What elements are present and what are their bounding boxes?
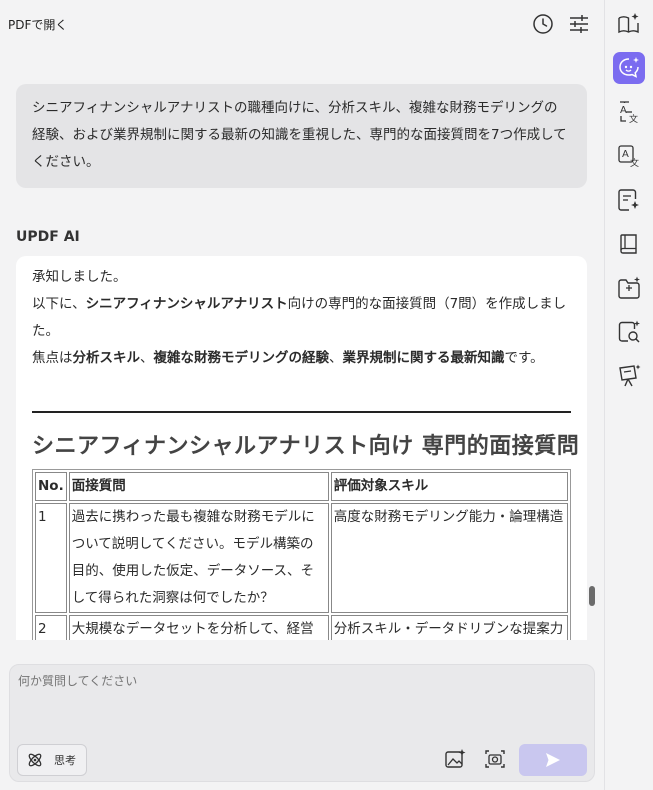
right-toolbar: A 文 A 文 xyxy=(604,0,653,790)
text-segment: 以下に、 xyxy=(32,296,86,312)
text-segment: 焦点は xyxy=(32,350,73,366)
atom-icon xyxy=(28,753,42,767)
header-no: No. xyxy=(35,472,67,501)
svg-text:文: 文 xyxy=(630,157,639,168)
think-toggle-button[interactable]: 思考 xyxy=(17,744,87,776)
image-sparkle-icon[interactable] xyxy=(444,748,466,770)
bold-segment: 分析スキル xyxy=(72,350,141,366)
cell-question: 大規模なデータセットを分析して、経営 xyxy=(68,615,329,640)
table-row: 1 過去に携わった最も複雑な財務モデルについて説明してください。モデル構築の目的… xyxy=(35,503,568,613)
table-header-row: No. 面接質問 評価対象スキル xyxy=(35,472,568,501)
presentation-icon[interactable] xyxy=(617,364,641,388)
cell-question: 過去に携わった最も複雑な財務モデルについて説明してください。モデル構築の目的、使… xyxy=(68,503,329,613)
chat-panel: PDFで開く シニアフィナンシャルアナリストの職種向けに、分析スキル、複雑な財務… xyxy=(0,0,604,790)
scrollbar-thumb[interactable] xyxy=(589,586,595,606)
svg-text:文: 文 xyxy=(629,113,638,124)
header-skill: 評価対象スキル xyxy=(330,472,568,501)
cell-no: 2 xyxy=(35,615,67,640)
folder-sparkle-icon[interactable] xyxy=(617,276,641,300)
translate-page-icon[interactable]: A 文 xyxy=(617,144,641,168)
response-heading: シニアフィナンシャルアナリスト向け 専門的面接質問 xyxy=(32,434,580,459)
cell-no: 1 xyxy=(35,503,67,613)
settings-sliders-icon[interactable] xyxy=(568,13,590,35)
send-icon xyxy=(546,753,560,767)
chat-input-box: 思考 xyxy=(9,664,595,782)
bold-segment: 複雑な財務モデリングの経験 xyxy=(153,350,330,366)
book-icon[interactable] xyxy=(617,232,641,256)
search-doc-icon[interactable] xyxy=(617,320,641,344)
screenshot-camera-icon[interactable] xyxy=(484,748,506,770)
text-segment: 、 xyxy=(140,350,154,366)
top-bar: PDFで開く xyxy=(0,0,604,48)
table-row: 2 大規模なデータセットを分析して、経営 分析スキル・データドリブンな提案力 xyxy=(35,615,568,640)
svg-text:A: A xyxy=(620,105,627,116)
text-segment: です。 xyxy=(504,350,544,366)
svg-text:A: A xyxy=(622,149,629,160)
bold-segment: シニアフィナンシャルアナリスト xyxy=(85,296,288,312)
divider xyxy=(32,411,571,413)
ai-response-card: 承知しました。 以下に、シニアフィナンシャルアナリスト向けの専門的な面接質問（7… xyxy=(16,256,587,640)
open-in-pdf-link[interactable]: PDFで開く xyxy=(8,16,67,33)
send-button[interactable] xyxy=(519,744,587,776)
questions-table: No. 面接質問 評価対象スキル 1 過去に携わった最も複雑な財務モデルについて… xyxy=(32,469,571,640)
summarize-icon[interactable] xyxy=(617,188,641,212)
think-label: 思考 xyxy=(54,754,76,767)
cell-skill: 分析スキル・データドリブンな提案力 xyxy=(330,615,568,640)
user-message-bubble: シニアフィナンシャルアナリストの職種向けに、分析スキル、複雑な財務モデリングの経… xyxy=(16,84,587,188)
ai-line-ack: 承知しました。 xyxy=(32,269,127,285)
ai-line-intro: 以下に、シニアフィナンシャルアナリスト向けの専門的な面接質問（7問）を作成しまし… xyxy=(32,291,572,345)
reader-sparkle-icon[interactable] xyxy=(617,12,641,36)
translate-icon[interactable]: A 文 xyxy=(617,100,641,124)
history-icon[interactable] xyxy=(532,13,554,35)
ai-name-label: UPDF AI xyxy=(16,229,80,245)
ai-line-focus: 焦点は分析スキル、複雑な財務モデリングの経験、業界規制に関する最新知識です。 xyxy=(32,345,572,372)
ai-chat-icon[interactable] xyxy=(617,56,641,80)
cell-skill: 高度な財務モデリング能力・論理構造 xyxy=(330,503,568,613)
question-input[interactable] xyxy=(18,674,578,688)
ai-response-text: 承知しました。 以下に、シニアフィナンシャルアナリスト向けの専門的な面接質問（7… xyxy=(32,264,572,372)
header-question: 面接質問 xyxy=(68,472,329,501)
bold-segment: 業界規制に関する最新知識 xyxy=(342,350,505,366)
text-segment: 、 xyxy=(329,350,343,366)
